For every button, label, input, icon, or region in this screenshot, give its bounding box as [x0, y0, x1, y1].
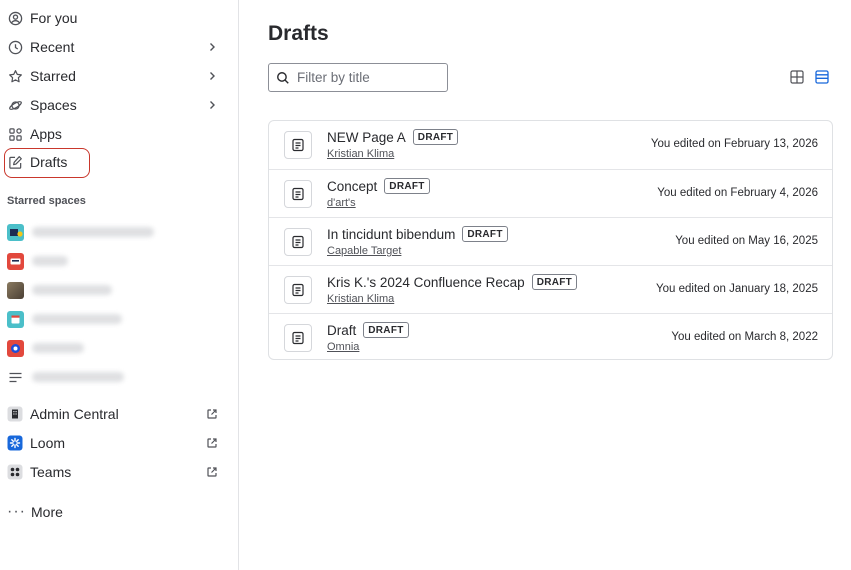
nav-starred-label: Starred	[30, 68, 76, 84]
search-icon	[276, 71, 290, 85]
nav-spaces[interactable]: Spaces	[4, 91, 230, 119]
starred-space-item[interactable]	[4, 363, 230, 391]
blurred-space-name	[32, 227, 154, 237]
draft-edited-date: You edited on May 16, 2025	[675, 235, 818, 247]
page-title: Drafts	[268, 22, 329, 45]
starred-space-item[interactable]	[4, 305, 230, 333]
nav-starred[interactable]: Starred	[4, 62, 230, 90]
starred-space-item[interactable]	[4, 276, 230, 304]
draft-status-badge: DRAFT	[412, 129, 459, 145]
page-icon	[284, 276, 312, 304]
building-icon	[7, 406, 23, 422]
star-icon	[7, 68, 23, 84]
page-icon	[284, 131, 312, 159]
chevron-right-icon[interactable]	[204, 39, 220, 55]
nav-for-you-label: For you	[30, 10, 78, 26]
space-avatar	[7, 223, 24, 241]
draft-space-link[interactable]: Omnia	[327, 341, 359, 353]
space-avatar	[7, 252, 24, 270]
draft-edited-date: You edited on January 18, 2025	[656, 283, 818, 295]
starred-space-item[interactable]	[4, 247, 230, 275]
person-circle-icon	[7, 10, 23, 26]
planet-icon	[7, 97, 23, 113]
draft-edited-date: You edited on February 4, 2026	[657, 187, 818, 199]
starred-spaces-header: Starred spaces	[7, 195, 86, 207]
draft-row[interactable]: In tincidunt bibendum DRAFT Capable Targ…	[269, 217, 832, 265]
starred-space-item[interactable]	[4, 334, 230, 362]
draft-status-badge: DRAFT	[462, 226, 508, 242]
blurred-space-name	[32, 256, 68, 266]
page-icon	[284, 180, 312, 208]
nav-apps[interactable]: Apps	[4, 120, 230, 148]
more-dots-icon: ···	[7, 503, 26, 520]
nav-recent-label: Recent	[30, 39, 75, 55]
draft-title[interactable]: Concept	[327, 179, 377, 194]
draft-row[interactable]: Concept DRAFT d'art's You edited on Febr…	[269, 169, 832, 217]
apps-icon	[7, 126, 23, 142]
nav-teams[interactable]: Teams	[4, 458, 230, 486]
draft-space-link[interactable]: d'art's	[327, 197, 356, 209]
draft-status-badge: DRAFT	[531, 274, 578, 290]
draft-row[interactable]: Kris K.'s 2024 Confluence Recap DRAFT Kr…	[269, 265, 832, 313]
nav-admin-central[interactable]: Admin Central	[4, 400, 230, 428]
draft-row[interactable]: NEW Page A DRAFT Kristian Klima You edit…	[269, 121, 832, 169]
nav-teams-label: Teams	[30, 464, 72, 480]
draft-row[interactable]: Draft DRAFT Omnia You edited on March 8,…	[269, 313, 832, 359]
clock-icon	[7, 39, 23, 55]
draft-title[interactable]: NEW Page A	[327, 130, 406, 145]
chevron-right-icon[interactable]	[204, 68, 220, 84]
draft-title[interactable]: In tincidunt bibendum	[327, 227, 455, 242]
draft-space-link[interactable]: Kristian Klima	[327, 148, 394, 160]
draft-status-badge: DRAFT	[384, 178, 430, 194]
filter-input[interactable]	[297, 70, 437, 85]
drafts-highlight-ring	[4, 148, 90, 178]
nav-more-label: More	[31, 504, 63, 520]
list-view-icon[interactable]	[813, 68, 831, 86]
main-content: Drafts NEW Page A DRAFT Kristian Klima Y…	[240, 0, 851, 570]
draft-edited-date: You edited on February 13, 2026	[650, 138, 818, 150]
space-avatar	[7, 339, 24, 357]
sidebar: For you Recent Starred Spaces Apps Draft…	[0, 0, 239, 570]
draft-title[interactable]: Draft	[327, 323, 356, 338]
starred-space-item[interactable]	[4, 218, 230, 246]
external-link-icon[interactable]	[204, 406, 220, 422]
blurred-space-name	[32, 314, 122, 324]
nav-for-you[interactable]: For you	[4, 4, 230, 32]
nav-apps-label: Apps	[30, 126, 62, 142]
blurred-space-name	[32, 285, 112, 295]
lines-icon	[7, 368, 24, 386]
draft-edited-date: You edited on March 8, 2022	[671, 331, 818, 343]
teams-icon	[7, 464, 23, 480]
nav-more[interactable]: ··· More	[4, 498, 230, 526]
draft-status-badge: DRAFT	[363, 322, 409, 338]
external-link-icon[interactable]	[204, 464, 220, 480]
nav-spaces-label: Spaces	[30, 97, 77, 113]
draft-space-link[interactable]: Capable Target	[327, 245, 401, 257]
blurred-space-name	[32, 372, 124, 382]
page-icon	[284, 324, 312, 352]
blurred-space-name	[32, 343, 84, 353]
nav-recent[interactable]: Recent	[4, 33, 230, 61]
nav-admin-central-label: Admin Central	[30, 406, 119, 422]
draft-space-link[interactable]: Kristian Klima	[327, 293, 394, 305]
draft-title[interactable]: Kris K.'s 2024 Confluence Recap	[327, 275, 525, 290]
chevron-right-icon[interactable]	[204, 97, 220, 113]
page-icon	[284, 228, 312, 256]
drafts-list: NEW Page A DRAFT Kristian Klima You edit…	[268, 120, 833, 360]
grid-view-icon[interactable]	[788, 68, 806, 86]
filter-by-title-field[interactable]	[268, 63, 448, 92]
loom-icon	[7, 435, 23, 451]
space-avatar	[7, 310, 24, 328]
space-avatar	[7, 281, 24, 299]
external-link-icon[interactable]	[204, 435, 220, 451]
nav-loom-label: Loom	[30, 435, 66, 451]
nav-loom[interactable]: Loom	[4, 429, 230, 457]
